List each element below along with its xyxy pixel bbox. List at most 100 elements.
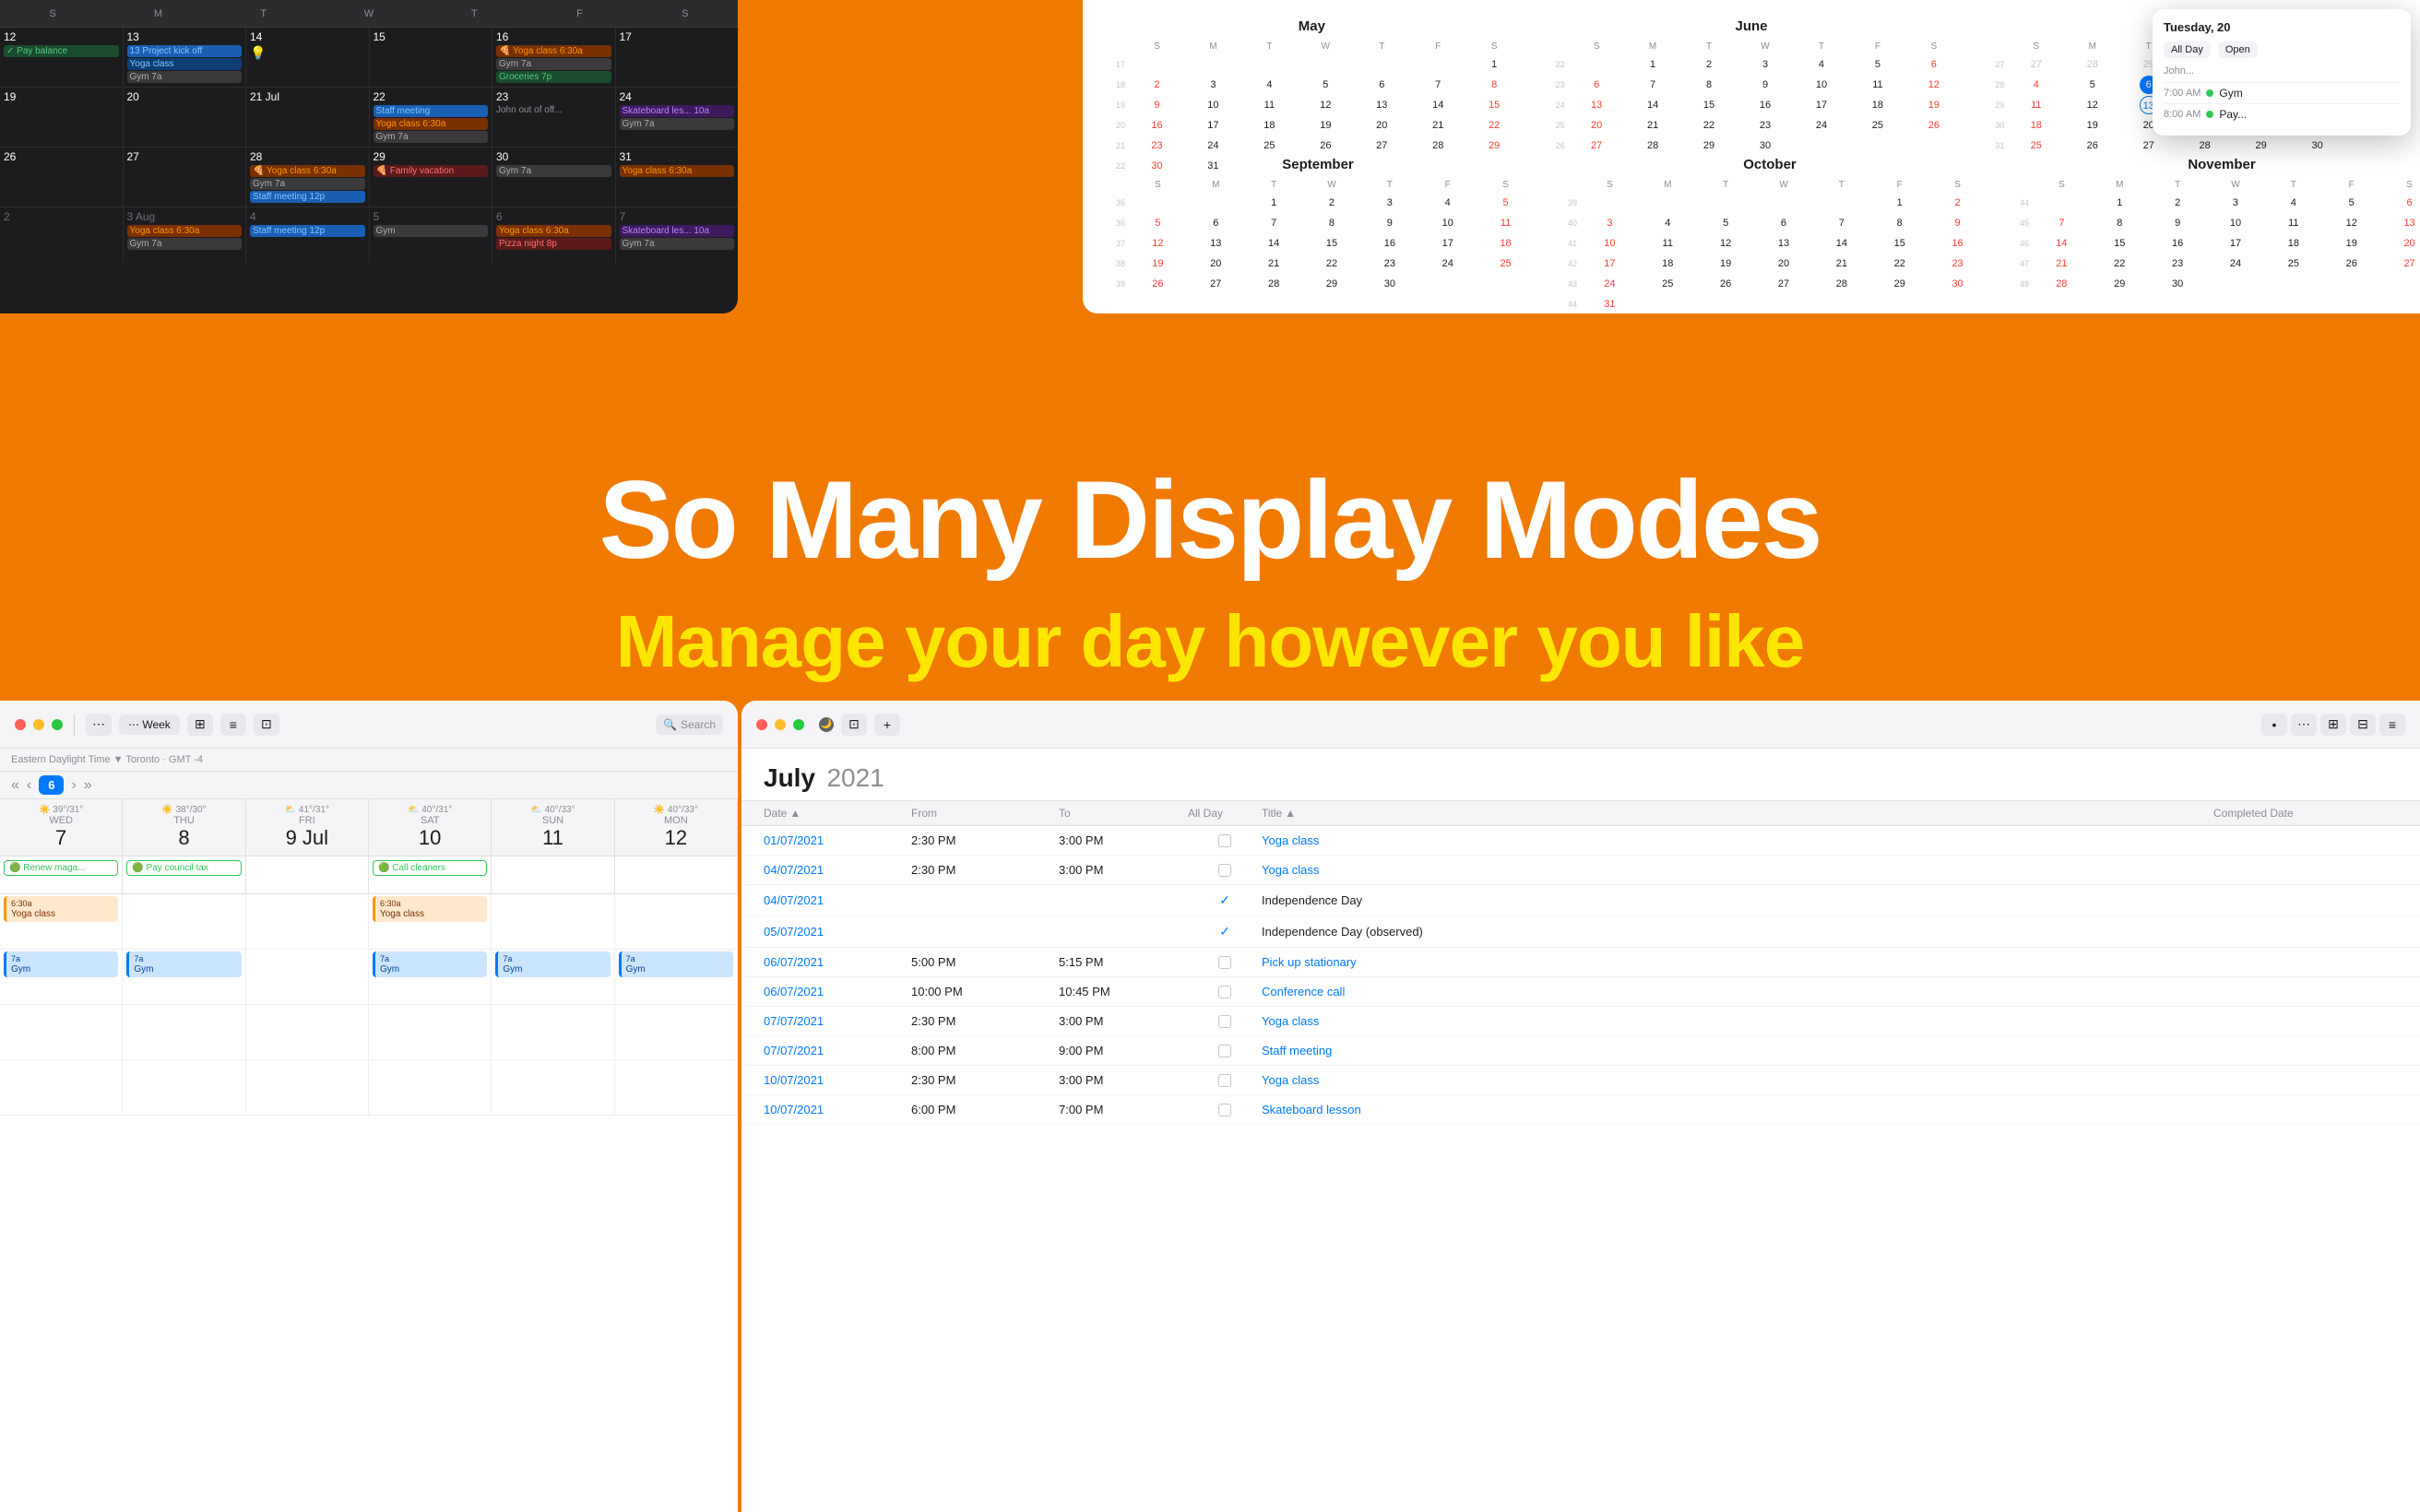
- cal-cell-6aug[interactable]: 6 Yoga class 6:30a Pizza night 8p: [492, 207, 616, 263]
- list-minimize-button[interactable]: [775, 719, 786, 730]
- gym-thu[interactable]: 7a Gym: [126, 951, 241, 977]
- cal-cell-19[interactable]: 19: [0, 88, 124, 147]
- list-row-4[interactable]: 05/07/2021 ✓ Independence Day (observed): [741, 916, 2420, 948]
- col-header-completed[interactable]: Completed Date: [2213, 807, 2398, 820]
- time-cell-sun-9a[interactable]: [492, 1060, 614, 1115]
- cal-event-gym-3aug[interactable]: Gym 7a: [127, 238, 243, 250]
- cal-cell-2aug[interactable]: 2: [0, 207, 124, 263]
- cal-cell-28[interactable]: 28 🍕 Yoga class 6:30a Gym 7a Staff meeti…: [246, 148, 370, 207]
- list-close-button[interactable]: [756, 719, 767, 730]
- event-renew-mag[interactable]: 🟢 Renew maga...: [4, 860, 118, 876]
- cal-event-gym-22[interactable]: Gym 7a: [374, 131, 489, 143]
- cal-cell-13[interactable]: 13 13 Project kick off Yoga class Gym 7a: [124, 28, 247, 87]
- time-cell-mon-7a[interactable]: 7a Gym: [615, 950, 738, 1004]
- cal-cell-31[interactable]: 31 Yoga class 6:30a: [616, 148, 739, 207]
- allday-mon[interactable]: [615, 856, 738, 893]
- list-row-3[interactable]: 04/07/2021 ✓ Independence Day: [741, 885, 2420, 916]
- row1-checkbox[interactable]: [1218, 834, 1231, 847]
- nav-prev-button[interactable]: ‹: [27, 777, 31, 794]
- nav-prev-prev-button[interactable]: «: [11, 777, 19, 794]
- allday-sat[interactable]: 🟢 Call cleaners: [369, 856, 492, 893]
- minimize-button[interactable]: [33, 719, 44, 730]
- cal-event-yoga-22[interactable]: Yoga class 6:30a: [374, 118, 489, 130]
- cal-event-paybalance[interactable]: ✓ Pay balance: [4, 45, 119, 57]
- time-cell-sat-9a[interactable]: [369, 1060, 492, 1115]
- time-cell-wed-630[interactable]: 6:30a Yoga class: [0, 894, 123, 949]
- week-col-mon[interactable]: ☀️ 40°/33° MON 12: [615, 799, 738, 856]
- event-call-cleaners[interactable]: 🟢 Call cleaners: [373, 860, 487, 876]
- cal-cell-27[interactable]: 27: [124, 148, 247, 207]
- col-header-to[interactable]: To: [1059, 807, 1188, 820]
- cal-event-familyvacation[interactable]: 🍕 Family vacation: [374, 165, 489, 177]
- yoga-wed[interactable]: 6:30a Yoga class: [4, 896, 118, 922]
- cal-event-skateboard-24[interactable]: Skateboard les... 10a: [620, 105, 735, 117]
- week-col-fri[interactable]: ⛅ 41°/31° FRI 9 Jul: [246, 799, 369, 856]
- cal-event-yoga-3aug[interactable]: Yoga class 6:30a: [127, 225, 243, 237]
- list-row-2[interactable]: 04/07/2021 2:30 PM 3:00 PM Yoga class: [741, 856, 2420, 885]
- allday-sun[interactable]: [492, 856, 614, 893]
- row2-checkbox[interactable]: [1218, 864, 1231, 877]
- time-cell-mon-8a[interactable]: [615, 1005, 738, 1059]
- list-sidebar-toggle[interactable]: ⊡: [841, 714, 867, 736]
- gym-sun[interactable]: 7a Gym: [495, 951, 610, 977]
- time-cell-sun-7a[interactable]: 7a Gym: [492, 950, 614, 1004]
- time-cell-fri-630[interactable]: [246, 894, 369, 949]
- nav-next-button[interactable]: ›: [71, 777, 76, 794]
- sidebar-toggle-button[interactable]: ⋯: [86, 714, 112, 736]
- week-col-thu[interactable]: ☀️ 38°/30° THU 8: [123, 799, 245, 856]
- yoga-sat[interactable]: 6:30a Yoga class: [373, 896, 487, 922]
- cal-event-gym-30[interactable]: Gym 7a: [496, 165, 611, 177]
- time-cell-fri-8a[interactable]: [246, 1005, 369, 1059]
- time-cell-mon-630[interactable]: [615, 894, 738, 949]
- row8-checkbox[interactable]: [1218, 1045, 1231, 1057]
- time-cell-fri-9a[interactable]: [246, 1060, 369, 1115]
- week-col-wed[interactable]: ☀️ 39°/31° WED 7: [0, 799, 123, 856]
- cal-cell-7aug[interactable]: 7 Skateboard les... 10a Gym 7a: [616, 207, 739, 263]
- grid-icon-button[interactable]: ⊞: [187, 714, 213, 736]
- time-cell-sat-8a[interactable]: [369, 1005, 492, 1059]
- time-cell-thu-7a[interactable]: 7a Gym: [123, 950, 245, 1004]
- cal-event-yogaclass-13[interactable]: Yoga class: [127, 58, 243, 70]
- nav-next-next-button[interactable]: »: [84, 777, 92, 794]
- list-icon-button[interactable]: ≡: [220, 714, 246, 736]
- col-header-title[interactable]: Title ▲: [1262, 807, 2213, 820]
- row9-checkbox[interactable]: [1218, 1074, 1231, 1087]
- cal-event-gym-13[interactable]: Gym 7a: [127, 71, 243, 83]
- list-row-6[interactable]: 06/07/2021 10:00 PM 10:45 PM Conference …: [741, 977, 2420, 1007]
- list-maximize-button[interactable]: [793, 719, 804, 730]
- maximize-button[interactable]: [52, 719, 63, 730]
- allday-button[interactable]: All Day: [2164, 41, 2211, 58]
- list-dot-icon[interactable]: •: [2261, 714, 2287, 736]
- list-lines-icon[interactable]: ≡: [2379, 714, 2405, 736]
- list-row-8[interactable]: 07/07/2021 8:00 PM 9:00 PM Staff meeting: [741, 1036, 2420, 1066]
- current-date-badge[interactable]: 6: [39, 775, 64, 795]
- cal-cell-14[interactable]: 14 💡: [246, 28, 370, 87]
- list-dots-icon[interactable]: ⋯: [2291, 714, 2317, 736]
- cal-event-yoga-28[interactable]: 🍕 Yoga class 6:30a: [250, 165, 365, 177]
- list-row-9[interactable]: 10/07/2021 2:30 PM 3:00 PM Yoga class: [741, 1066, 2420, 1095]
- allday-wed[interactable]: 🟢 Renew maga...: [0, 856, 123, 893]
- cal-event-staffmeeting-28[interactable]: Staff meeting 12p: [250, 191, 365, 203]
- cal-event-gym-28[interactable]: Gym 7a: [250, 178, 365, 190]
- time-cell-thu-8a[interactable]: [123, 1005, 245, 1059]
- time-cell-wed-9a[interactable]: [0, 1060, 123, 1115]
- time-cell-sun-630[interactable]: [492, 894, 614, 949]
- search-box[interactable]: 🔍 Search: [656, 715, 723, 735]
- time-cell-sat-630[interactable]: 6:30a Yoga class: [369, 894, 492, 949]
- gym-mon[interactable]: 7a Gym: [619, 951, 733, 977]
- cal-event-gym-16[interactable]: Gym 7a: [496, 58, 611, 70]
- cal-cell-3aug[interactable]: 3 Aug Yoga class 6:30a Gym 7a: [124, 207, 247, 263]
- time-cell-mon-9a[interactable]: [615, 1060, 738, 1115]
- cal-cell-16[interactable]: 16 🍕 Yoga class 6:30a Gym 7a Groceries 7…: [492, 28, 616, 87]
- allday-thu[interactable]: 🟢 Pay council tax: [123, 856, 245, 893]
- row7-checkbox[interactable]: [1218, 1015, 1231, 1028]
- cal-cell-5aug[interactable]: 5 Gym: [370, 207, 493, 263]
- cal-cell-26[interactable]: 26: [0, 148, 124, 207]
- cal-cell-20[interactable]: 20: [124, 88, 247, 147]
- row10-checkbox[interactable]: [1218, 1104, 1231, 1116]
- time-cell-sun-8a[interactable]: [492, 1005, 614, 1059]
- col-header-allday[interactable]: All Day: [1188, 807, 1262, 820]
- cal-cell-12[interactable]: 12 ✓ Pay balance: [0, 28, 124, 87]
- col-header-from[interactable]: From: [911, 807, 1059, 820]
- cal-event-staffmeeting-22[interactable]: Staff meeting: [374, 105, 489, 117]
